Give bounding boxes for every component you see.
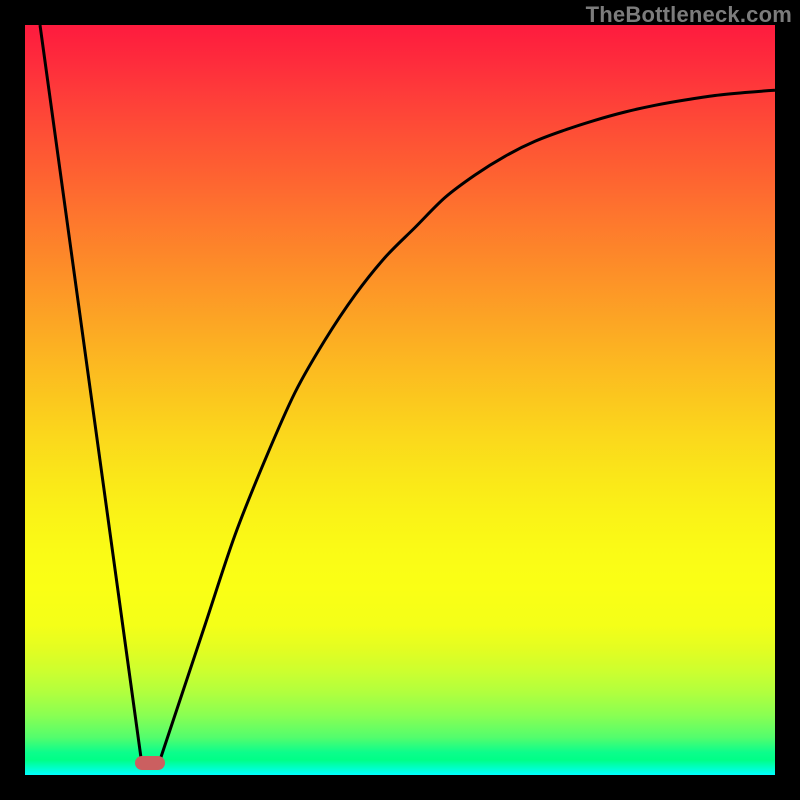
recovery-curve-path bbox=[160, 90, 775, 760]
minimum-marker bbox=[135, 756, 165, 770]
descending-line-path bbox=[40, 25, 141, 760]
plot-area bbox=[25, 25, 775, 775]
outer-frame: TheBottleneck.com bbox=[0, 0, 800, 800]
curve-svg bbox=[25, 25, 775, 775]
